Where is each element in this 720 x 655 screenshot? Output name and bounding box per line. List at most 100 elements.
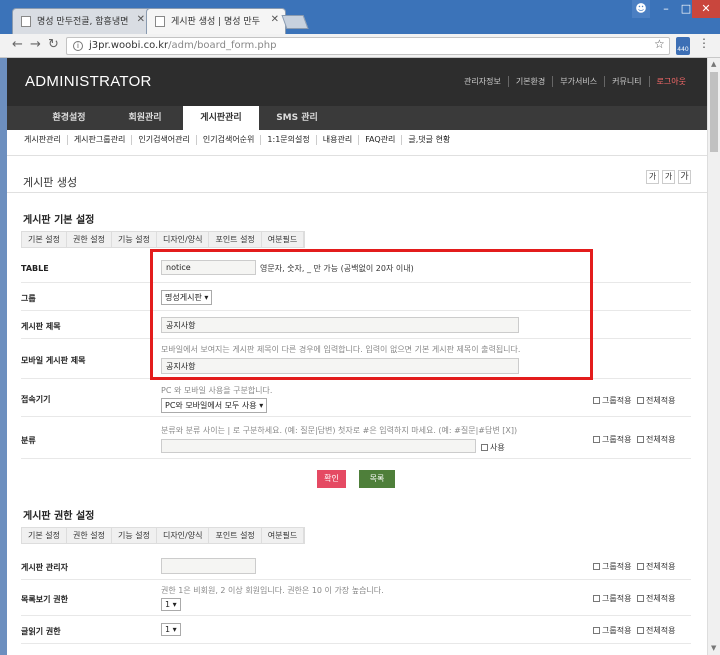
back-arrow-icon[interactable]: ← bbox=[12, 38, 23, 52]
apply-group-checkbox[interactable] bbox=[593, 595, 600, 602]
main-nav-sms[interactable]: SMS 관리 bbox=[259, 106, 335, 130]
sub-nav-content[interactable]: 내용관리 bbox=[315, 135, 358, 145]
sub-nav-faq[interactable]: FAQ관리 bbox=[358, 135, 401, 145]
main-nav-env-settings[interactable]: 환경설정 bbox=[31, 106, 107, 130]
reload-icon[interactable]: ↻ bbox=[48, 38, 59, 52]
apply-group-checkbox[interactable] bbox=[593, 397, 600, 404]
field-label: 분류 bbox=[21, 436, 36, 445]
close-icon[interactable]: ✕ bbox=[271, 14, 279, 25]
tab-point[interactable]: 포인트 설정 bbox=[209, 528, 262, 543]
list-level-apply-options: 그룹적용 전체적용 bbox=[593, 593, 675, 604]
section-tabs-basic: 기본 설정 권한 설정 기능 설정 디자인/양식 포인트 설정 여분필드 bbox=[21, 231, 306, 248]
forward-arrow-icon[interactable]: → bbox=[30, 38, 41, 52]
category-apply-options: 그룹적용 전체적용 bbox=[593, 434, 675, 445]
vertical-scrollbar[interactable]: ▲ ▼ bbox=[707, 58, 720, 655]
field-label: 접속기기 bbox=[21, 395, 51, 404]
tab-function[interactable]: 기능 설정 bbox=[112, 528, 157, 543]
apply-group-checkbox[interactable] bbox=[593, 563, 600, 570]
user-profile-icon[interactable]: ☻ bbox=[632, 0, 650, 18]
main-nav-members[interactable]: 회원관리 bbox=[107, 106, 183, 130]
extension-icon[interactable]: 440 bbox=[676, 37, 690, 55]
form-row-read-level: 글읽기 권한 1 ▾ 그룹적용 전체적용 bbox=[21, 616, 691, 644]
sub-nav-search-rank[interactable]: 인기검색어순위 bbox=[195, 135, 261, 145]
menu-icon[interactable]: ⋮ bbox=[698, 36, 710, 50]
info-icon[interactable]: i bbox=[73, 41, 83, 51]
list-level-select[interactable]: 1 ▾ bbox=[161, 598, 181, 611]
list-button[interactable]: 목록 bbox=[359, 470, 395, 488]
logout-link[interactable]: 로그아웃 bbox=[648, 76, 693, 87]
field-label: 그룹 bbox=[21, 294, 36, 303]
tab-design[interactable]: 디자인/양식 bbox=[157, 528, 210, 543]
apply-all-checkbox[interactable] bbox=[637, 563, 644, 570]
form-row-list-level: 목록보기 권한 권한 1은 비회원, 2 이상 회원입니다. 권한은 10 이 … bbox=[21, 580, 691, 616]
apply-all-checkbox[interactable] bbox=[637, 595, 644, 602]
section-title-basic: 게시판 기본 설정 bbox=[23, 215, 95, 226]
top-link-admin-info[interactable]: 관리자정보 bbox=[457, 76, 508, 87]
field-label: 게시판 제목 bbox=[21, 322, 61, 331]
apply-all-checkbox[interactable] bbox=[637, 436, 644, 443]
apply-group-checkbox[interactable] bbox=[593, 436, 600, 443]
top-link-community[interactable]: 커뮤니티 bbox=[604, 76, 648, 87]
main-nav-boards[interactable]: 게시판관리 bbox=[183, 106, 259, 130]
bookmark-star-icon[interactable]: ☆ bbox=[654, 37, 665, 51]
read-level-select[interactable]: 1 ▾ bbox=[161, 623, 181, 636]
board-admin-input[interactable] bbox=[161, 558, 256, 574]
tab-design[interactable]: 디자인/양식 bbox=[157, 232, 210, 247]
category-use-label: 사용 bbox=[490, 443, 505, 452]
apply-all-label: 전체적용 bbox=[646, 396, 676, 405]
scroll-up-icon[interactable]: ▲ bbox=[711, 60, 716, 68]
apply-group-label: 그룹적용 bbox=[602, 626, 632, 635]
scrollbar-thumb[interactable] bbox=[710, 72, 718, 152]
apply-all-label: 전체적용 bbox=[646, 435, 676, 444]
sub-nav-popular-search[interactable]: 인기검색어관리 bbox=[131, 135, 196, 145]
scroll-down-icon[interactable]: ▼ bbox=[711, 644, 716, 652]
tab-extra-fields[interactable]: 여분필드 bbox=[262, 232, 305, 247]
tab-basic[interactable]: 기본 설정 bbox=[22, 528, 67, 543]
form-row-device: 접속기기 PC 와 모바일 사용을 구분합니다. PC와 모바일에서 모두 사용… bbox=[21, 379, 691, 417]
minimize-icon[interactable]: – bbox=[654, 0, 678, 18]
font-size-buttons: 가 가 가 bbox=[646, 170, 691, 184]
tab-function[interactable]: 기능 설정 bbox=[112, 232, 157, 247]
sub-nav-board-group[interactable]: 게시판그룹관리 bbox=[66, 135, 132, 145]
browser-tab-1[interactable]: 명성 만두전골, 함흥냉면 ✕ bbox=[12, 8, 152, 34]
apply-all-checkbox[interactable] bbox=[637, 627, 644, 634]
page-title: 게시판 생성 bbox=[23, 176, 78, 189]
top-link-basic-env[interactable]: 기본환경 bbox=[507, 76, 552, 87]
close-icon[interactable]: ✕ bbox=[137, 14, 145, 25]
field-label: 목록보기 권한 bbox=[21, 595, 68, 604]
maximize-icon[interactable]: □ bbox=[680, 0, 692, 18]
apply-group-checkbox[interactable] bbox=[593, 627, 600, 634]
font-large-button[interactable]: 가 bbox=[678, 170, 691, 184]
main-nav-spacer bbox=[7, 106, 31, 130]
ok-button[interactable]: 확인 bbox=[317, 470, 346, 488]
tab-point[interactable]: 포인트 설정 bbox=[209, 232, 262, 247]
device-select-value: PC와 모바일에서 모두 사용 bbox=[165, 401, 257, 410]
apply-all-label: 전체적용 bbox=[646, 594, 676, 603]
tab-extra-fields[interactable]: 여분필드 bbox=[262, 528, 305, 543]
field-label: 글읽기 권한 bbox=[21, 627, 61, 636]
chevron-down-icon: ▾ bbox=[172, 625, 177, 634]
browser-tab-2[interactable]: 게시판 생성 | 명성 만두 ✕ bbox=[146, 8, 286, 34]
tab-basic[interactable]: 기본 설정 bbox=[22, 232, 67, 247]
top-link-extra-service[interactable]: 부가서비스 bbox=[552, 76, 604, 87]
sub-nav-qa-settings[interactable]: 1:1문의설정 bbox=[260, 135, 315, 145]
device-select[interactable]: PC와 모바일에서 모두 사용 ▾ bbox=[161, 398, 268, 413]
font-small-button[interactable]: 가 bbox=[646, 170, 659, 184]
window-close-icon[interactable]: ✕ bbox=[692, 0, 720, 18]
sub-nav-board-manage[interactable]: 게시판관리 bbox=[17, 135, 67, 145]
new-tab-button[interactable] bbox=[281, 15, 309, 29]
chevron-down-icon: ▾ bbox=[259, 401, 264, 410]
tab-permission[interactable]: 권한 설정 bbox=[67, 528, 112, 543]
list-level-value: 1 bbox=[165, 600, 171, 609]
divider bbox=[7, 192, 707, 193]
category-input[interactable] bbox=[161, 439, 476, 453]
category-help: 분류와 분류 사이는 | 로 구분하세요. (예: 질문|답변) 첫자로 #은 … bbox=[161, 426, 518, 435]
font-medium-button[interactable]: 가 bbox=[662, 170, 675, 184]
apply-all-checkbox[interactable] bbox=[637, 397, 644, 404]
admin-brand[interactable]: ADMINISTRATOR bbox=[25, 73, 152, 90]
url-input[interactable]: i j3pr.woobi.co.kr/adm/board_form.php bbox=[66, 37, 670, 55]
page-favicon-icon bbox=[21, 16, 31, 27]
sub-nav-post-stats[interactable]: 글,댓글 현황 bbox=[401, 135, 456, 145]
category-use-checkbox[interactable] bbox=[481, 444, 488, 451]
tab-permission[interactable]: 권한 설정 bbox=[67, 232, 112, 247]
